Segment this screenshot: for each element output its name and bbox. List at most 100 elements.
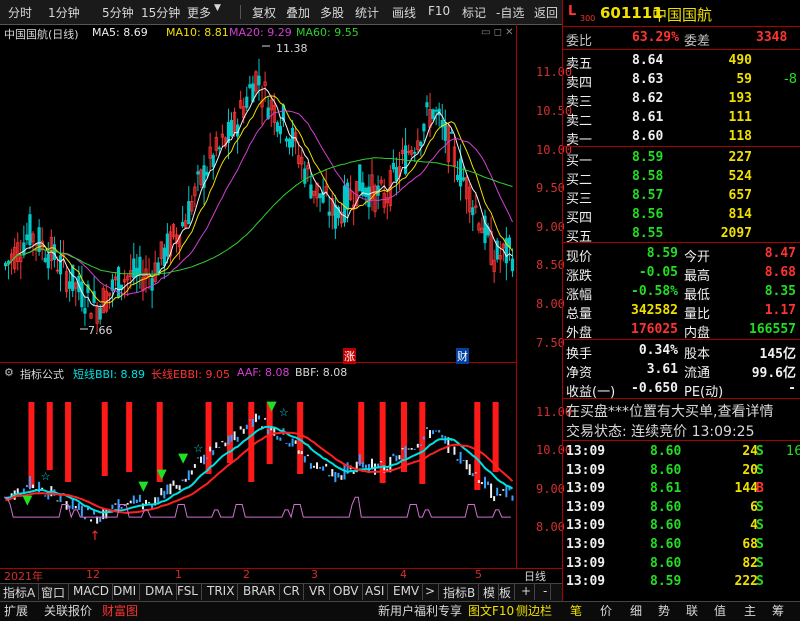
status-tab-bi[interactable]: 笔	[570, 602, 582, 619]
ask-row[interactable]: 卖五 8.64 490	[566, 52, 798, 72]
tab-dma[interactable]: DMA	[142, 584, 177, 600]
status-sidebar[interactable]: 侧边栏	[516, 602, 552, 619]
candle-body	[83, 308, 87, 314]
toolbar-draw-line[interactable]: 画线	[392, 4, 416, 21]
status-tab-zhu[interactable]: 主	[744, 602, 756, 619]
candle-body	[211, 154, 215, 168]
bid-row[interactable]: 买二 8.58 524	[566, 168, 798, 188]
ind-candle	[218, 446, 221, 448]
status-tab-shi[interactable]: 势	[658, 602, 670, 619]
ind-candle	[312, 465, 315, 468]
toolbar-multi-stock[interactable]: 多股	[320, 4, 344, 21]
tab-macd[interactable]: MACD	[70, 584, 113, 600]
toolbar-f10[interactable]: F10	[428, 4, 450, 18]
tab-brar[interactable]: BRAR	[240, 584, 280, 600]
stat-value: 0.34%	[638, 343, 678, 358]
signal-bar	[492, 402, 499, 472]
tick-side: S	[756, 499, 764, 515]
status-newuser[interactable]: 新用户福利专享	[378, 602, 462, 619]
signal-bar	[474, 402, 481, 490]
stat-label: 净资	[566, 366, 593, 381]
tab-add[interactable]: +	[518, 584, 536, 600]
bid-row[interactable]: 买四 8.56 814	[566, 206, 798, 226]
bbf-legend: BBF: 8.08	[295, 366, 348, 379]
ask-row[interactable]: 卖三 8.62 193	[566, 90, 798, 110]
toolbar-more[interactable]: 更多	[187, 4, 211, 21]
bid-volume: 657	[728, 188, 752, 203]
tick-time: 13:09	[566, 518, 606, 534]
status-f10[interactable]: 图文F10	[468, 602, 514, 619]
toolbar-period-5min[interactable]: 5分钟	[102, 4, 134, 21]
chevron-down-icon[interactable]: ▼	[214, 3, 221, 13]
panel-minmax-icons[interactable]: ▭ ◻ ✕	[481, 27, 514, 38]
ind-candle	[419, 444, 422, 446]
tab-dmi[interactable]: DMI	[110, 584, 141, 600]
axis-label: 7.50	[536, 336, 565, 350]
bid-row[interactable]: 买一 8.59 227	[566, 149, 798, 169]
tab-fsl[interactable]: FSL	[174, 584, 202, 600]
tab-asi[interactable]: ASI	[362, 584, 389, 600]
candle-body	[71, 264, 75, 291]
period-label[interactable]: 日线	[524, 568, 546, 584]
bid-row[interactable]: 买三 8.57 657	[566, 187, 798, 207]
status-tab-zhi[interactable]: 值	[714, 602, 726, 619]
status-expand[interactable]: 扩展	[4, 602, 28, 619]
candle-body	[391, 162, 395, 170]
signal-bar	[28, 402, 35, 488]
tab-indicator-b[interactable]: 指标B	[440, 584, 480, 600]
tick-volume: 4	[750, 518, 758, 534]
indicator-chart[interactable]: ▼ ▼ ▼ ▼ ▼ ↑ ☆ ☆ ☆	[0, 362, 516, 568]
indicator-gear-icon[interactable]: ⚙	[4, 366, 14, 379]
tick-time: 13:09	[566, 499, 606, 515]
toolbar-period-fenshi[interactable]: 分时	[8, 4, 32, 21]
status-wealth-chart[interactable]: 财富图	[102, 602, 138, 619]
tab-board[interactable]: 板	[496, 584, 516, 600]
tick-row: 13:09 8.60 4 S	[566, 517, 798, 536]
tab-indicator-a[interactable]: 指标A	[0, 584, 40, 600]
bid-price: 8.55	[632, 226, 664, 241]
status-linked-quote[interactable]: 关联报价	[44, 602, 92, 619]
ask-volume: 59	[736, 72, 752, 87]
toolbar-overlay[interactable]: 叠加	[286, 4, 310, 21]
tick-time: 13:09	[566, 481, 606, 497]
tab-obv[interactable]: OBV	[330, 584, 363, 600]
toolbar-fuquan[interactable]: 复权	[252, 4, 276, 21]
tab-remove[interactable]: -	[540, 584, 552, 600]
indicator-title[interactable]: 指标公式	[20, 366, 64, 382]
ind-candle	[331, 469, 334, 477]
candle-body	[284, 138, 289, 142]
ask-row[interactable]: 卖一 8.60 118	[566, 128, 798, 148]
status-tab-lian[interactable]: 联	[686, 602, 698, 619]
toolbar-add-favorite[interactable]: -自选	[496, 4, 524, 21]
toolbar-statistics[interactable]: 统计	[355, 4, 379, 21]
tab-vr[interactable]: VR	[306, 584, 330, 600]
tab-window[interactable]: 窗口	[38, 584, 70, 600]
ask-row[interactable]: 卖四 8.63 59 -8	[566, 71, 798, 91]
big-order-notice[interactable]: 在买盘***位置有大买单,查看详情	[566, 401, 773, 421]
tab-cr[interactable]: CR	[280, 584, 304, 600]
tab-trix[interactable]: TRIX	[204, 584, 239, 600]
ind-candle	[322, 466, 325, 471]
candle-body	[165, 233, 169, 257]
tab-scroll-right[interactable]: >	[422, 584, 440, 600]
kline-chart[interactable]	[0, 24, 516, 362]
ind-candle	[364, 464, 367, 469]
toolbar-back[interactable]: 返回	[534, 4, 558, 21]
ask-volume: 193	[728, 91, 752, 106]
ask-price: 8.62	[632, 91, 664, 106]
bid-label: 买一	[566, 154, 593, 169]
candle-body	[431, 109, 435, 119]
tab-emv[interactable]: EMV	[390, 584, 424, 600]
toolbar-period-15min[interactable]: 15分钟	[141, 4, 180, 21]
toolbar-mark[interactable]: 标记	[462, 4, 486, 21]
ask-row[interactable]: 卖二 8.61 111	[566, 109, 798, 129]
status-tab-jia[interactable]: 价	[600, 602, 612, 619]
tick-time: 13:09	[566, 555, 606, 571]
tick-volume: 68	[742, 537, 758, 552]
status-tab-xi[interactable]: 细	[630, 602, 642, 619]
ind-candle	[196, 457, 199, 459]
stat-label: 涨跌	[566, 269, 593, 284]
status-tab-chou[interactable]: 筹	[772, 602, 784, 619]
toolbar-period-1min[interactable]: 1分钟	[48, 4, 80, 21]
candle-body	[217, 147, 221, 150]
